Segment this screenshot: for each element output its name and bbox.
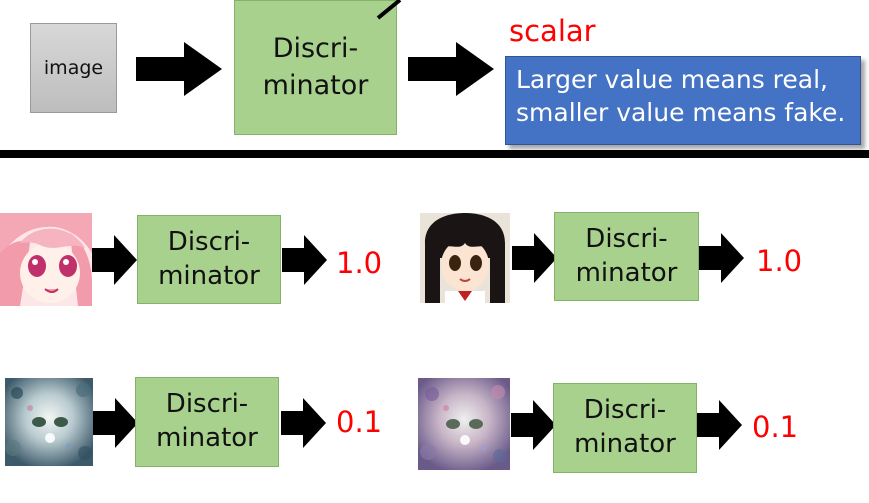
- score-value: 0.1: [752, 410, 799, 444]
- arrow-right-icon: [281, 398, 326, 448]
- explanation-note: Larger value means real, smaller value m…: [505, 56, 861, 145]
- discriminator-label-line2: minator: [574, 429, 676, 459]
- arrow-right-icon: [92, 235, 137, 285]
- arrow-right-icon: [136, 42, 222, 96]
- arrow-right-icon: [93, 398, 138, 448]
- discriminator-box: Discri- minator: [554, 212, 699, 301]
- discriminator-label-line2: minator: [158, 260, 260, 291]
- discriminator-label-line1: Discri-: [167, 226, 251, 257]
- input-image-box: image: [30, 23, 117, 113]
- arrow-right-icon: [697, 400, 742, 450]
- discriminator-box: Discri- minator: [135, 377, 279, 467]
- noisy-face-image: [418, 378, 510, 470]
- discriminator-label-line2: minator: [156, 423, 258, 453]
- discriminator-label-line1: Discri-: [585, 223, 668, 254]
- discriminator-label-line1: Discri-: [272, 33, 359, 65]
- pointer-line: [376, 0, 402, 20]
- score-value: 0.1: [336, 405, 383, 439]
- discriminator-label-line2: minator: [575, 257, 678, 288]
- discriminator-label-line1: Discri-: [583, 395, 667, 426]
- arrow-right-icon: [408, 42, 494, 96]
- noisy-face-image: [5, 378, 93, 466]
- discriminator-label-line2: minator: [262, 69, 369, 101]
- score-value: 1.0: [756, 244, 803, 278]
- score-value: 1.0: [336, 246, 383, 280]
- discriminator-box: Discri- minator: [234, 0, 397, 135]
- section-divider: [0, 150, 869, 158]
- note-line2: smaller value means fake.: [516, 98, 846, 128]
- arrow-right-icon: [699, 233, 744, 283]
- arrow-right-icon: [511, 400, 556, 450]
- arrow-right-icon: [282, 235, 327, 285]
- note-line1: Larger value means real,: [516, 65, 828, 94]
- arrow-right-icon: [512, 233, 557, 283]
- discriminator-box: Discri- minator: [553, 383, 697, 473]
- output-scalar-label: scalar: [509, 14, 596, 48]
- discriminator-box: Discri- minator: [137, 215, 281, 304]
- discriminator-label-line1: Discri-: [165, 389, 249, 420]
- anime-face-image: [420, 213, 510, 303]
- input-image-label: image: [43, 57, 104, 79]
- anime-face-image: [0, 213, 92, 306]
